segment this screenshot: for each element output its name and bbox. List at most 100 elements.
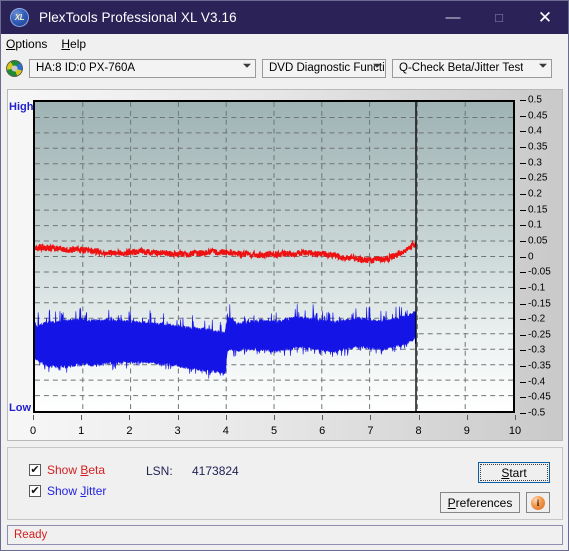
x-axis-tick	[370, 415, 372, 420]
plot-canvas	[35, 102, 513, 411]
axis-label-low: Low	[9, 402, 31, 414]
menu-item-options[interactable]: Options	[6, 37, 47, 51]
x-axis-tick	[515, 415, 516, 420]
disc-icon	[6, 59, 23, 77]
y-axis-tick	[520, 287, 526, 289]
show-beta-label: Show Beta	[47, 463, 105, 477]
show-jitter-label-pre: Show	[47, 484, 81, 498]
x-axis-tick-label: 4	[222, 425, 229, 437]
y-axis-tick-label: 0.2	[528, 188, 542, 200]
drive-select-value: HA:8 ID:0 PX-760A	[36, 62, 136, 74]
prefs-accel: P	[447, 495, 456, 510]
drive-select[interactable]: HA:8 ID:0 PX-760A	[29, 58, 256, 78]
x-axis-tick	[322, 415, 324, 420]
menu-options-label: ptions	[15, 37, 48, 51]
show-beta-label-post: eta	[88, 463, 106, 477]
y-axis-tick	[520, 256, 526, 258]
menu-help-accel: H	[61, 37, 71, 51]
xl-badge-icon: XL	[10, 8, 29, 27]
y-axis-tick	[520, 225, 526, 227]
y-axis-tick-label: 0.45	[528, 110, 548, 122]
info-button[interactable]: i	[526, 492, 550, 513]
y-axis-tick-label: -0.45	[528, 391, 551, 403]
x-axis-tick	[274, 415, 275, 420]
x-axis-tick	[418, 415, 420, 420]
y-axis-tick-label: 0.35	[528, 141, 548, 153]
y-axis-tick	[520, 115, 526, 117]
y-axis-tick	[520, 381, 526, 383]
y-axis-tick	[520, 413, 526, 414]
y-axis-tick-label: -0.2	[528, 313, 546, 325]
preferences-button[interactable]: Preferences	[440, 492, 520, 513]
show-jitter-label: Show Jitter	[47, 484, 106, 498]
checkbox-check-icon: ✔	[29, 484, 41, 497]
x-axis-tick-label: 9	[463, 425, 470, 437]
selector-toolbar: HA:8 ID:0 PX-760A DVD Diagnostic Functio…	[1, 54, 568, 82]
show-jitter-label-post: itter	[86, 484, 107, 498]
status-text: Ready	[14, 529, 48, 541]
y-axis-tick	[520, 303, 526, 305]
function-select[interactable]: DVD Diagnostic Functions	[262, 58, 386, 78]
x-axis-tick-label: 0	[29, 425, 37, 437]
x-axis: 0 1 2 3 4 5 6 7 8 9 10	[29, 415, 521, 441]
y-axis-tick	[520, 350, 526, 352]
test-select-value: Q-Check Beta/Jitter Test	[399, 62, 524, 74]
x-axis-tick	[33, 415, 34, 420]
x-axis-tick-label: 5	[270, 425, 278, 437]
y-axis-tick	[520, 131, 526, 133]
start-label-post: tart	[509, 465, 527, 480]
show-beta-checkbox[interactable]: ✔ Show Beta	[29, 463, 105, 477]
y-axis-tick	[520, 100, 526, 101]
y-axis-tick	[520, 319, 526, 321]
y-axis-tick-label: 0.15	[528, 204, 548, 215]
x-axis-tick-label: 7	[367, 425, 374, 437]
start-button[interactable]: Start	[478, 462, 550, 483]
start-button-label: Start	[501, 466, 526, 480]
x-axis-tick-label: 2	[126, 425, 133, 437]
show-beta-label-pre: Show	[47, 463, 81, 477]
status-bar: Ready	[7, 525, 563, 545]
x-axis-tick-label: 3	[174, 425, 181, 437]
y-axis-tick-label: 0.25	[528, 172, 548, 184]
lsn-value: 4173824	[192, 464, 239, 478]
window-title: PlexTools Professional XL V3.16	[39, 10, 237, 25]
y-axis-tick	[520, 162, 526, 164]
x-axis-tick	[177, 415, 179, 420]
test-select[interactable]: Q-Check Beta/Jitter Test	[392, 58, 552, 78]
y-axis-tick-label: -0.4	[528, 376, 546, 388]
y-axis-tick-label: -0.15	[528, 298, 551, 309]
chevron-down-icon	[243, 63, 251, 71]
y-axis-tick	[520, 240, 526, 242]
minimize-icon[interactable]: —	[430, 1, 476, 34]
y-axis-tick	[520, 209, 526, 211]
y-axis-tick-label: -0.1	[528, 282, 546, 294]
menu-help-label: elp	[70, 37, 87, 51]
function-select-value: DVD Diagnostic Functions	[269, 62, 385, 74]
preferences-button-label: Preferences	[448, 496, 513, 510]
x-axis-tick-label: 10	[508, 425, 522, 437]
chevron-down-icon	[373, 63, 381, 71]
menu-options-accel: O	[6, 37, 16, 51]
beta-jitter-plot	[33, 100, 515, 413]
controls-panel: ✔ Show Beta ✔ Show Jitter LSN: 4173824 S…	[7, 447, 563, 520]
close-icon[interactable]: ✕	[522, 1, 568, 34]
x-axis-tick	[81, 415, 83, 420]
menu-item-help[interactable]: Help	[61, 37, 86, 51]
prefs-label-post: references	[455, 495, 513, 510]
y-axis-tick	[520, 147, 526, 148]
y-axis-tick-label: 0.5	[528, 94, 542, 106]
y-axis-tick-label: -0.25	[528, 329, 551, 341]
show-jitter-checkbox[interactable]: ✔ Show Jitter	[29, 484, 106, 498]
y-axis-tick	[520, 366, 526, 368]
y-axis-tick-label: 0.1	[528, 219, 542, 231]
info-icon: i	[531, 495, 545, 510]
maximize-icon[interactable]: □	[476, 1, 522, 34]
window-controls: — □ ✕	[430, 1, 568, 34]
y-axis-tick	[520, 334, 526, 336]
y-axis-tick-label: 0.05	[528, 235, 548, 247]
y-axis: 0.5 0.45 0.4 0.35 0.3 0.25 0.2 0.15 0.1 0.05 0 -0.0…	[520, 94, 564, 419]
x-axis-tick-label: 8	[415, 425, 422, 437]
y-axis-tick-label: 0.3	[528, 157, 542, 169]
y-axis-tick-label: -0.5	[528, 407, 546, 419]
y-axis-tick	[520, 272, 526, 274]
